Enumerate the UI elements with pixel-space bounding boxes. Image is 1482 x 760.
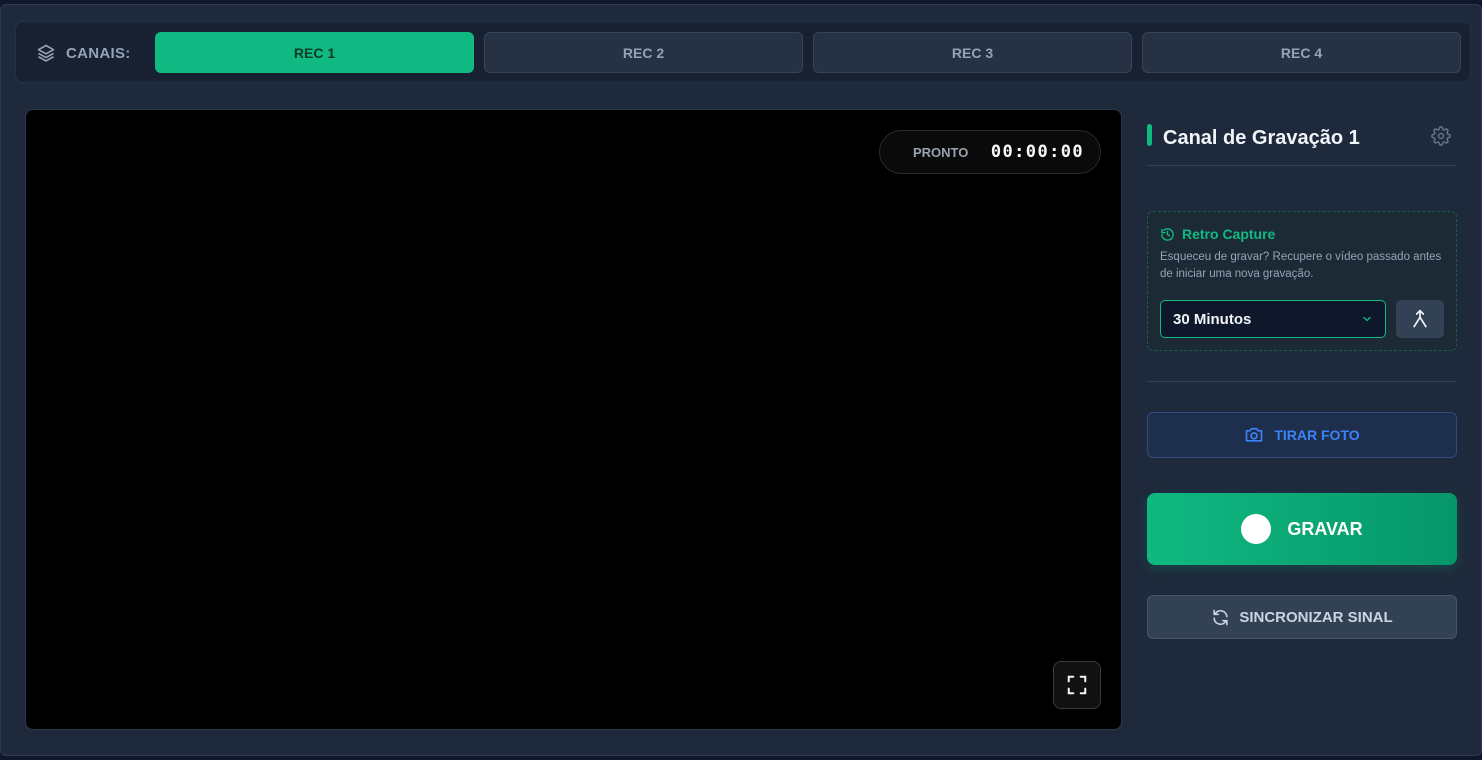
- tab-label: REC 3: [951, 44, 994, 61]
- retro-capture-description: Esqueceu de gravar? Recupere o vídeo pas…: [1160, 251, 1442, 280]
- gear-icon[interactable]: [1431, 126, 1451, 146]
- panel-divider: [1147, 381, 1457, 382]
- accent-bar: [1147, 124, 1152, 146]
- channel-panel: Canal de Gravação 1 Retro Capture Esquec…: [1147, 109, 1457, 730]
- tab-label: REC 2: [622, 44, 665, 61]
- layers-icon: [37, 44, 55, 62]
- channels-label-text: CANAIS:: [66, 44, 131, 62]
- retro-duration-value: 30 Minutos: [1173, 310, 1252, 328]
- tab-label: REC 1: [293, 44, 336, 61]
- status-text: PRONTO: [913, 145, 969, 160]
- tab-rec-2[interactable]: REC 2: [484, 32, 803, 73]
- chevron-down-icon: [1363, 316, 1371, 322]
- history-icon: [1161, 227, 1174, 241]
- panel-title: Canal de Gravação 1: [1163, 127, 1360, 149]
- merge-icon: [1413, 309, 1427, 328]
- tab-rec-4[interactable]: REC 4: [1142, 32, 1461, 73]
- fullscreen-button[interactable]: [1053, 661, 1101, 709]
- tab-rec-3[interactable]: REC 3: [813, 32, 1132, 73]
- sync-signal-button[interactable]: SINCRONIZAR SINAL: [1147, 595, 1457, 639]
- retro-duration-select[interactable]: 30 Minutos: [1160, 300, 1386, 338]
- tab-label: REC 4: [1280, 44, 1323, 61]
- refresh-icon: [1213, 609, 1228, 625]
- sync-signal-label: SINCRONIZAR SINAL: [1239, 608, 1393, 626]
- retro-capture-box: Retro Capture Esqueceu de gravar? Recupe…: [1147, 211, 1457, 351]
- record-label: GRAVAR: [1287, 518, 1363, 539]
- panel-header: Canal de Gravação 1: [1147, 109, 1457, 166]
- record-button[interactable]: GRAVAR: [1147, 493, 1457, 565]
- record-dot-icon: [1241, 514, 1272, 544]
- take-photo-button[interactable]: TIRAR FOTO: [1147, 412, 1457, 458]
- recording-timer: 00:00:00: [990, 142, 1084, 162]
- video-preview: PRONTO 00:00:00: [25, 109, 1122, 730]
- status-pill: PRONTO 00:00:00: [879, 130, 1101, 174]
- camera-icon: [1246, 427, 1263, 442]
- app-window: CANAIS: REC 1 REC 2 REC 3 REC 4 PRONTO 0…: [0, 4, 1482, 756]
- take-photo-label: TIRAR FOTO: [1274, 427, 1360, 443]
- channels-label: CANAIS:: [36, 40, 131, 66]
- retro-capture-button[interactable]: [1396, 300, 1444, 338]
- tab-rec-1[interactable]: REC 1: [155, 32, 474, 73]
- channels-bar: CANAIS: REC 1 REC 2 REC 3 REC 4: [15, 21, 1471, 83]
- retro-capture-title: Retro Capture: [1160, 226, 1275, 242]
- retro-capture-title-text: Retro Capture: [1182, 226, 1276, 242]
- fullscreen-icon: [1067, 675, 1087, 695]
